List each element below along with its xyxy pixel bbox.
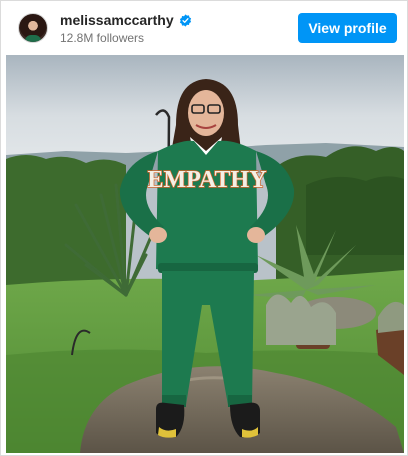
profile-avatar[interactable] [18,13,48,43]
sweatshirt-text: EMPATHY [147,167,266,193]
post-photo[interactable]: EMPATHY [6,55,404,453]
verified-badge-icon [179,13,192,27]
right-trees-dark [306,176,404,255]
left-hand [149,227,167,243]
right-hand [247,227,265,243]
sweatshirt [156,140,258,275]
photo-illustration: EMPATHY [6,55,404,453]
post-header: melissamccarthy 12.8M followers View pro… [1,1,408,55]
username-row: melissamccarthy [60,12,298,29]
follower-count: 12.8M followers [60,30,145,45]
profile-meta: melissamccarthy 12.8M followers [60,12,298,45]
instagram-embed: melissamccarthy 12.8M followers View pro… [0,0,408,456]
view-profile-button[interactable]: View profile [298,13,397,43]
username[interactable]: melissamccarthy [60,12,174,29]
